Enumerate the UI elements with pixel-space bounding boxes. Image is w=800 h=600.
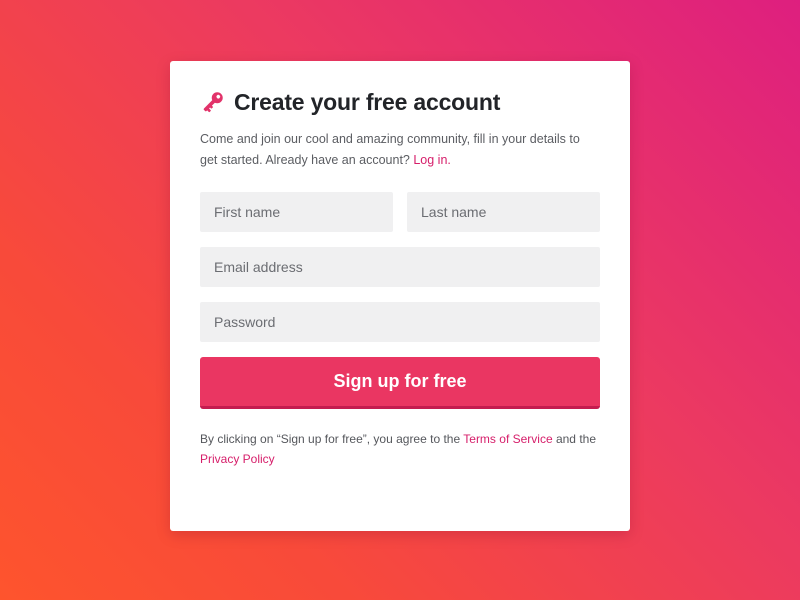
legal-text: By clicking on “Sign up for free”, you a… xyxy=(200,429,600,469)
page-background: Create your free account Come and join o… xyxy=(0,0,800,600)
signup-button[interactable]: Sign up for free xyxy=(200,357,600,409)
intro-copy: Come and join our cool and amazing commu… xyxy=(200,132,580,167)
name-row xyxy=(200,192,600,232)
legal-middle: and the xyxy=(552,432,596,446)
signup-card: Create your free account Come and join o… xyxy=(170,61,630,531)
signup-form: Sign up for free xyxy=(200,192,600,409)
intro-text: Come and join our cool and amazing commu… xyxy=(200,129,600,171)
login-link[interactable]: Log in. xyxy=(413,153,451,167)
first-name-input[interactable] xyxy=(200,192,393,232)
key-icon xyxy=(203,92,223,113)
last-name-input[interactable] xyxy=(407,192,600,232)
email-input[interactable] xyxy=(200,247,600,287)
page-title: Create your free account xyxy=(234,88,501,115)
terms-link[interactable]: Terms of Service xyxy=(463,432,552,446)
privacy-link[interactable]: Privacy Policy xyxy=(200,452,275,466)
card-header: Create your free account xyxy=(200,89,600,115)
password-input[interactable] xyxy=(200,302,600,342)
legal-prefix: By clicking on “Sign up for free”, you a… xyxy=(200,432,464,446)
